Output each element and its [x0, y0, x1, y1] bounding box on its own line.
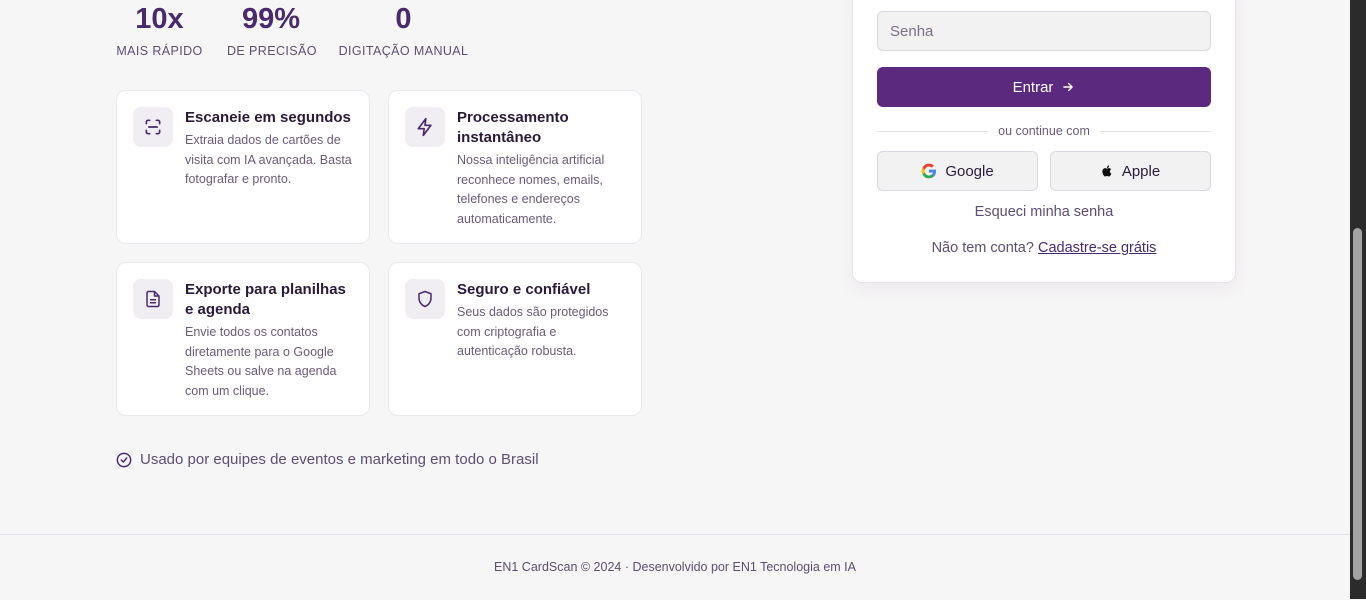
footer-text: EN1 CardScan © 2024 · Desenvolvido por E…	[494, 560, 856, 574]
arrow-right-icon	[1063, 82, 1074, 92]
page: 10x MAIS RÁPIDO 99% DE PRECISÃO 0 DIGITA…	[0, 0, 1350, 600]
stat-label: MAIS RÁPIDO	[116, 44, 203, 58]
trust-statement: Usado por equipes de eventos e marketing…	[116, 451, 539, 468]
divider-text: ou continue com	[998, 124, 1090, 138]
shield-icon	[405, 279, 445, 319]
stat-value: 0	[395, 3, 412, 35]
feature-title: Exporte para planilhas e agenda	[185, 281, 346, 318]
signup-prompt-text: Não tem conta?	[931, 240, 1034, 256]
feature-description: Seus dados são protegidos com criptograf…	[457, 305, 609, 359]
feature-card-security: Seguro e confiável Seus dados são proteg…	[388, 262, 642, 416]
stat-value: 10x	[135, 3, 184, 35]
stat-accuracy: 99% DE PRECISÃO	[227, 0, 317, 59]
stat-label: DE PRECISÃO	[227, 44, 317, 58]
stat-speed: 10x MAIS RÁPIDO	[116, 0, 203, 59]
footer: EN1 CardScan © 2024 · Desenvolvido por E…	[0, 534, 1350, 600]
feature-title: Seguro e confiável	[457, 281, 591, 298]
stat-label: DIGITAÇÃO MANUAL	[338, 44, 469, 58]
check-circle-icon	[116, 452, 132, 468]
login-button[interactable]: Entrar	[877, 67, 1211, 107]
feature-title: Processamento instantâneo	[457, 109, 569, 146]
google-login-button[interactable]: Google	[877, 151, 1038, 191]
login-button-label: Entrar	[1012, 78, 1054, 96]
google-icon	[921, 163, 937, 179]
stat-manual-typing: 0 DIGITAÇÃO MANUAL	[338, 0, 469, 59]
scrollbar[interactable]	[1350, 0, 1366, 599]
feature-card-export: Exporte para planilhas e agenda Envie to…	[116, 262, 370, 416]
signup-link[interactable]: Cadastre-se grátis	[1038, 240, 1156, 256]
password-input[interactable]	[877, 11, 1211, 51]
feature-description: Nossa inteligência artificial reconhece …	[457, 153, 605, 226]
scan-icon	[133, 107, 173, 147]
apple-icon	[1102, 165, 1112, 177]
spreadsheet-icon	[133, 279, 173, 319]
scrollbar-thumb[interactable]	[1353, 228, 1362, 580]
feature-card-scan: Escaneie em segundos Extraia dados de ca…	[116, 90, 370, 244]
apple-label: Apple	[1121, 162, 1161, 180]
feature-description: Extraia dados de cartões de visita com I…	[185, 133, 352, 187]
forgot-password-link[interactable]: Esqueci minha senha	[877, 204, 1211, 220]
stat-value: 99%	[241, 3, 301, 35]
trust-text: Usado por equipes de eventos e marketing…	[140, 451, 539, 468]
divider-line	[1099, 130, 1212, 132]
signup-prompt: Não tem conta? Cadastre-se grátis	[877, 240, 1211, 256]
social-divider: ou continue com	[877, 124, 1212, 138]
apple-login-button[interactable]: Apple	[1050, 151, 1211, 191]
feature-card-processing: Processamento instantâneo Nossa inteligê…	[388, 90, 642, 244]
lightning-icon	[405, 107, 445, 147]
divider-line	[877, 130, 989, 132]
feature-title: Escaneie em segundos	[185, 109, 351, 126]
google-label: Google	[945, 162, 994, 180]
feature-description: Envie todos os contatos diretamente para…	[185, 325, 337, 398]
